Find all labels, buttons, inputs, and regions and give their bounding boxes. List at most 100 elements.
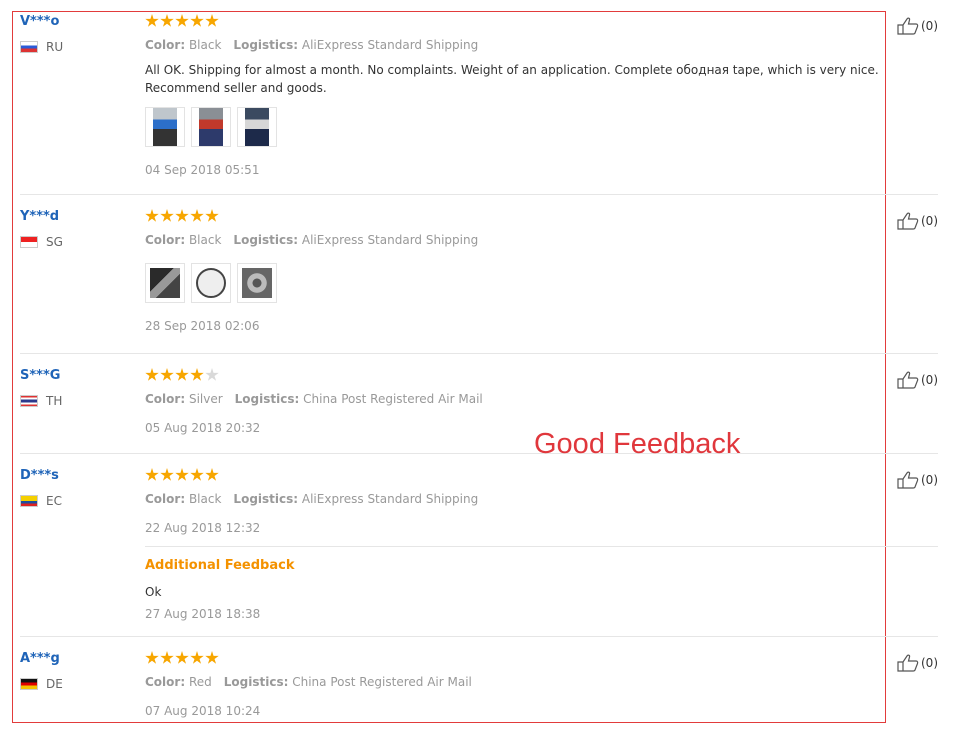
divider: [145, 546, 938, 547]
star-icon: [205, 468, 219, 481]
star-icon: [160, 209, 174, 222]
like-count: (0): [921, 373, 938, 387]
order-info: Color: Black Logistics: AliExpress Standa…: [145, 38, 880, 52]
color-value: Black: [188, 492, 222, 506]
review-date: 04 Sep 2018 05:51: [145, 163, 260, 177]
review-text: All OK. Shipping for almost a month. No …: [145, 63, 879, 95]
star-icon: [175, 209, 189, 222]
star-icon: [160, 468, 174, 481]
divider: [20, 194, 938, 195]
review-date: 05 Aug 2018 20:32: [145, 421, 261, 435]
thumbs-up-icon: [897, 654, 919, 672]
color-label: Color:: [145, 675, 186, 689]
star-icon: [145, 14, 159, 27]
review-photo[interactable]: [191, 107, 231, 147]
reviewer-name[interactable]: S***G: [20, 368, 60, 383]
star-icon: [190, 468, 204, 481]
like-count: (0): [921, 19, 938, 33]
like-button[interactable]: (0): [897, 654, 938, 672]
divider: [20, 636, 938, 637]
star-icon: [145, 209, 159, 222]
star-icon: [205, 209, 219, 222]
like-button[interactable]: (0): [897, 17, 938, 35]
thumbs-up-icon: [897, 212, 919, 230]
review-photo[interactable]: [237, 107, 277, 147]
like-button[interactable]: (0): [897, 471, 938, 489]
review-photo[interactable]: [191, 263, 231, 303]
review-photo[interactable]: [237, 263, 277, 303]
star-icon: [205, 14, 219, 27]
review-photo[interactable]: [145, 107, 185, 147]
thumbs-up-icon: [897, 17, 919, 35]
review-photos: [145, 263, 880, 303]
flag-de-icon: [20, 678, 38, 690]
star-icon: [145, 651, 159, 664]
flag-ru-icon: [20, 41, 38, 53]
like-button[interactable]: (0): [897, 371, 938, 389]
star-rating: [145, 209, 880, 225]
like-count: (0): [921, 214, 938, 228]
flag-ec-icon: [20, 495, 38, 507]
logistics-label: Logistics:: [233, 492, 299, 506]
flag-sg-icon: [20, 236, 38, 248]
country-code: TH: [46, 394, 63, 408]
review-date: 07 Aug 2018 10:24: [145, 704, 261, 718]
star-icon: [160, 368, 174, 381]
like-button[interactable]: (0): [897, 212, 938, 230]
color-label: Color:: [145, 38, 186, 52]
logistics-value: AliExpress Standard Shipping: [301, 233, 479, 247]
reviewer-country: EC: [20, 494, 62, 508]
reviewer-name[interactable]: V***o: [20, 14, 59, 29]
country-code: RU: [46, 40, 64, 54]
logistics-value: AliExpress Standard Shipping: [301, 492, 479, 506]
reviewer-country: SG: [20, 235, 63, 249]
star-icon: [190, 651, 204, 664]
logistics-value: AliExpress Standard Shipping: [301, 38, 479, 52]
reviewer-name[interactable]: D***s: [20, 468, 59, 483]
star-rating: [145, 368, 880, 384]
order-info: Color: Black Logistics: AliExpress Standa…: [145, 233, 880, 247]
star-rating: [145, 468, 880, 484]
star-icon: [190, 368, 204, 381]
country-code: SG: [46, 235, 63, 249]
star-icon: [160, 651, 174, 664]
star-icon: [175, 651, 189, 664]
review-date: 28 Sep 2018 02:06: [145, 319, 260, 333]
country-code: EC: [46, 494, 62, 508]
reviewer-name[interactable]: A***g: [20, 651, 60, 666]
star-icon: [145, 468, 159, 481]
divider: [20, 353, 938, 354]
star-icon: [175, 468, 189, 481]
annotation-text: Good Feedback: [534, 428, 741, 460]
logistics-value: China Post Registered Air Mail: [292, 675, 472, 689]
logistics-label: Logistics:: [234, 392, 300, 406]
star-icon: [190, 14, 204, 27]
star-icon: [175, 368, 189, 381]
review-date: 22 Aug 2018 12:32: [145, 521, 261, 535]
logistics-label: Logistics:: [233, 38, 299, 52]
additional-feedback-date: 27 Aug 2018 18:38: [145, 607, 261, 621]
review-photos: [145, 107, 880, 147]
color-label: Color:: [145, 233, 186, 247]
reviewer-name[interactable]: Y***d: [20, 209, 59, 224]
review-photo[interactable]: [145, 263, 185, 303]
reviewer-country: RU: [20, 40, 63, 54]
color-value: Black: [188, 38, 222, 52]
reviewer-country: TH: [20, 394, 62, 408]
additional-feedback: Additional Feedback Ok 27 Aug 2018 18:38: [145, 558, 294, 621]
flag-th-icon: [20, 395, 38, 407]
order-info: Color: Red Logistics: China Post Register…: [145, 675, 880, 689]
like-count: (0): [921, 473, 938, 487]
color-value: Silver: [188, 392, 223, 406]
reviewer-country: DE: [20, 677, 63, 691]
color-label: Color:: [145, 492, 186, 506]
logistics-label: Logistics:: [223, 675, 289, 689]
star-rating: [145, 14, 880, 30]
star-icon: [145, 368, 159, 381]
star-empty-icon: [205, 368, 219, 381]
like-count: (0): [921, 656, 938, 670]
divider: [20, 453, 938, 454]
additional-feedback-title: Additional Feedback: [145, 558, 295, 573]
order-info: Color: Silver Logistics: China Post Regis…: [145, 392, 880, 406]
country-code: DE: [46, 677, 63, 691]
